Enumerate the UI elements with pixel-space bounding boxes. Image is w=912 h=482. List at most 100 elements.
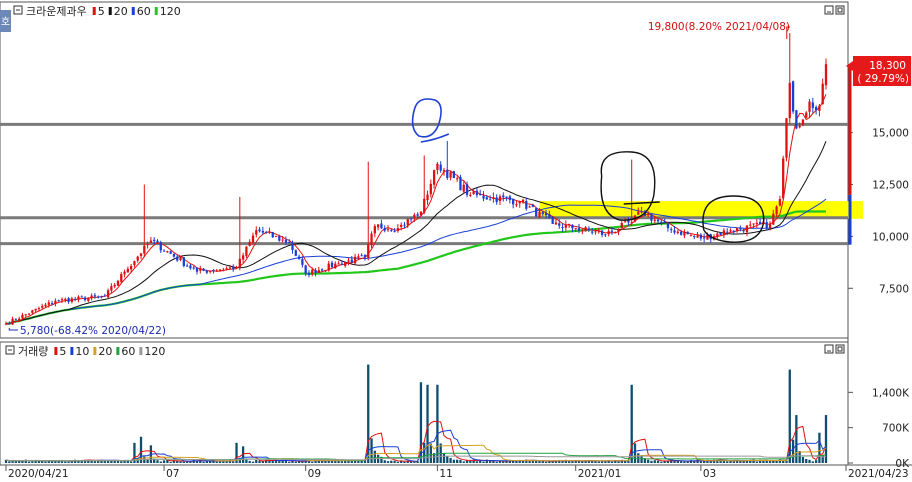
volume-bar	[495, 461, 498, 463]
volume-ma-label: 60	[121, 345, 135, 358]
volume-maximize-icon[interactable]	[835, 344, 845, 354]
candle-body	[459, 177, 462, 191]
candle-body	[413, 214, 416, 219]
volume-ma-swatch	[54, 347, 58, 355]
volume-bar	[617, 461, 620, 463]
volume-bar	[169, 461, 172, 463]
candle-body	[54, 300, 57, 304]
x-tick-label: 2020/04/21	[8, 468, 69, 479]
candle-body	[202, 268, 205, 271]
candle-body	[90, 295, 93, 299]
candle-body	[811, 102, 814, 108]
candle-body	[166, 251, 169, 253]
candle-body	[554, 222, 558, 225]
volume-bar	[452, 459, 456, 463]
maximize-icon[interactable]	[835, 5, 845, 15]
candle-body	[716, 233, 719, 237]
candle-body	[821, 83, 824, 105]
candle	[686, 231, 689, 235]
candle-body	[390, 230, 393, 232]
candle-body	[317, 270, 320, 273]
candle-body	[647, 214, 650, 216]
candle	[294, 249, 297, 257]
price-y-tick-label: 7,500	[879, 283, 909, 295]
candle-body	[337, 263, 340, 265]
candle-body	[778, 199, 782, 206]
candle-body	[452, 171, 456, 178]
volume-bar	[512, 461, 515, 463]
candle-body	[376, 224, 380, 228]
candle-body	[581, 230, 584, 232]
volume-bar	[699, 461, 703, 463]
candle-body	[189, 265, 192, 269]
side-tab[interactable]: 호	[0, 10, 11, 32]
candle-body	[640, 211, 643, 213]
volume-bar	[182, 461, 185, 463]
candle-body	[525, 200, 528, 209]
volume-bar	[462, 461, 465, 463]
volume-bar	[633, 443, 637, 463]
candle-body	[795, 110, 798, 129]
candle-body	[406, 219, 409, 226]
volume-bar	[44, 461, 47, 463]
volume-ma-swatch	[93, 347, 97, 355]
volume-bar	[805, 459, 808, 463]
candle-body	[311, 269, 314, 275]
candle-body	[212, 269, 215, 272]
candle-body	[294, 250, 297, 256]
volume-bar	[538, 461, 541, 463]
volume-bar	[129, 461, 133, 463]
volume-bar	[679, 461, 683, 463]
volume-bar	[577, 461, 581, 463]
candle-body	[535, 208, 538, 217]
stock-chart[interactable]: 호 크라운제과우 5 20 60 120 거래량 5 10 20 60 120	[0, 0, 912, 480]
candle-body	[515, 204, 518, 206]
candle-body	[824, 64, 828, 86]
candle-body	[380, 223, 383, 229]
candle-body	[465, 184, 469, 195]
candle-body	[314, 270, 317, 274]
candle-body	[70, 298, 74, 302]
candle-body	[97, 296, 100, 298]
candle-body	[153, 239, 156, 242]
candle	[551, 216, 554, 224]
candle-body	[689, 234, 693, 236]
candle-body	[614, 231, 617, 233]
volume-bar	[225, 461, 228, 463]
candle-body	[600, 230, 604, 235]
volume-bar	[653, 460, 656, 463]
candle-body	[110, 286, 113, 291]
candle-body	[225, 268, 228, 270]
candle-body	[218, 269, 222, 272]
volume-bar	[403, 461, 406, 463]
candle	[795, 109, 798, 130]
candle-body	[21, 314, 24, 319]
volume-bar	[469, 460, 472, 463]
candle-body	[472, 191, 475, 195]
candle-body	[238, 258, 241, 267]
highlight-band	[539, 201, 863, 219]
volume-bar	[120, 461, 123, 463]
volume-bar	[27, 461, 31, 463]
price-ma-label: 120	[160, 5, 181, 18]
price-y-tick-label: 12,500	[872, 180, 909, 192]
volume-bar	[294, 461, 297, 463]
candle-body	[521, 199, 525, 203]
candle-body	[548, 214, 551, 218]
candle-body	[261, 230, 265, 233]
volume-bar	[722, 460, 726, 463]
candle	[452, 170, 456, 179]
volume-bar	[446, 456, 449, 463]
candle-body	[176, 256, 179, 261]
minimize-icon[interactable]	[824, 5, 834, 15]
candle-body	[416, 214, 419, 216]
candle-body	[11, 318, 14, 325]
candle-body	[232, 267, 235, 270]
volume-bar	[482, 461, 485, 463]
volume-bar	[637, 453, 640, 463]
volume-legend-title: 거래량	[18, 345, 48, 358]
volume-minimize-icon[interactable]	[824, 344, 834, 354]
candle-body	[604, 234, 607, 236]
highlight-band-layer	[539, 201, 863, 219]
volume-bar	[732, 461, 735, 463]
